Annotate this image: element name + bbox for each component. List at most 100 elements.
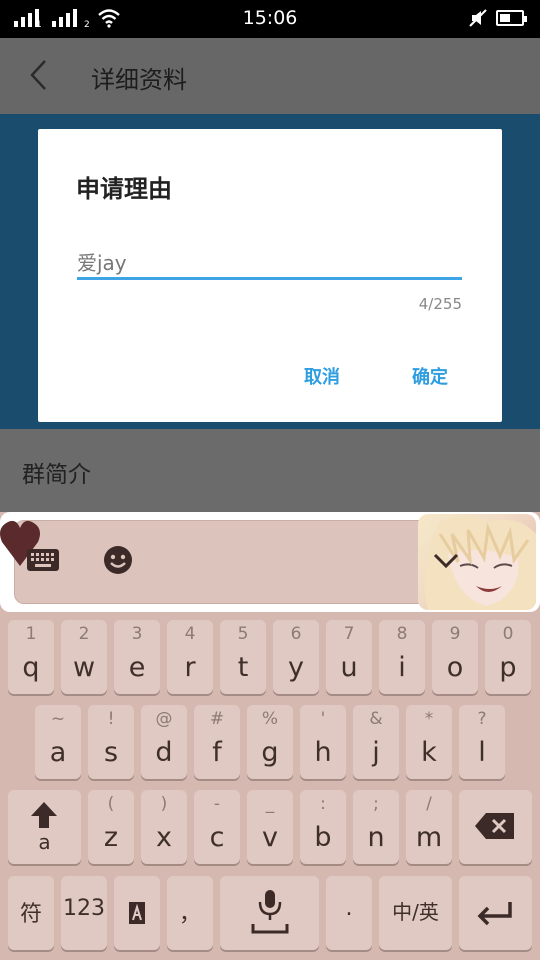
key-o[interactable]: 9o <box>432 620 478 694</box>
comma-key[interactable]: ， <box>167 876 213 950</box>
key-w[interactable]: 2w <box>61 620 107 694</box>
battery-fill <box>500 14 510 22</box>
key-letter: o <box>446 652 464 683</box>
key-letter: u <box>340 652 358 683</box>
dialog-title: 申请理由 <box>76 175 172 203</box>
key-z[interactable]: (z <box>88 790 134 864</box>
period-label: . <box>345 896 353 921</box>
key-hint: 6 <box>290 624 302 644</box>
group-intro-label: 群简介 <box>22 462 91 488</box>
key-letter: n <box>367 822 385 853</box>
key-hint: * <box>424 709 434 729</box>
input-method-icon <box>129 902 145 924</box>
key-x[interactable]: ) x <box>141 790 187 864</box>
shift-key[interactable]: a <box>8 790 81 864</box>
key-letter: z <box>103 822 119 853</box>
status-bar: 1 2 15:06 <box>0 0 540 38</box>
key-hint: # <box>209 709 225 729</box>
numbers-key[interactable]: 123 <box>61 876 107 950</box>
key-j[interactable]: & j <box>353 705 399 779</box>
key-letter: k <box>421 737 437 768</box>
key-l[interactable]: ? l <box>459 705 505 779</box>
key-m[interactable]: / m <box>406 790 452 864</box>
group-intro-row[interactable]: 群简介 <box>0 429 540 519</box>
key-i[interactable]: 8i <box>379 620 425 694</box>
key-k[interactable]: * k <box>406 705 452 779</box>
key-letter: p <box>499 652 517 683</box>
key-a[interactable]: ~ a <box>35 705 81 779</box>
key-hint: 0 <box>502 624 514 644</box>
reason-dialog: 申请理由 4/255 取消 确定 <box>38 129 502 422</box>
key-s[interactable]: ! s <box>88 705 134 779</box>
confirm-button[interactable]: 确定 <box>412 363 448 389</box>
key-hint: ? <box>477 709 487 729</box>
char-counter: 4/255 <box>418 295 462 313</box>
key-letter: c <box>209 822 225 853</box>
key-t[interactable]: 5t <box>220 620 266 694</box>
battery-icon <box>496 10 527 26</box>
key-letter: i <box>398 652 406 683</box>
key-hint: % <box>261 709 279 729</box>
key-c[interactable]: -c <box>194 790 240 864</box>
key-q[interactable]: 1q <box>8 620 54 694</box>
key-d[interactable]: @ d <box>141 705 187 779</box>
key-u[interactable]: 7u <box>326 620 372 694</box>
key-y[interactable]: 6y <box>273 620 319 694</box>
key-r[interactable]: 4r <box>167 620 213 694</box>
key-hint: : <box>320 794 326 814</box>
key-letter: a <box>49 737 67 768</box>
key-hint: ' <box>320 709 326 729</box>
key-hint: 5 <box>237 624 249 644</box>
backspace-icon <box>475 813 514 839</box>
enter-key[interactable] <box>459 876 532 950</box>
key-p[interactable]: 0p <box>485 620 531 694</box>
language-switch-key[interactable]: 中/英 <box>379 876 452 950</box>
key-letter: y <box>288 652 304 683</box>
toolbar-panel <box>14 520 462 604</box>
key-hint: ! <box>107 709 115 729</box>
key-hint: 9 <box>449 624 461 644</box>
key-letter: x <box>156 822 172 853</box>
key-v[interactable]: _ v <box>247 790 293 864</box>
key-letter: r <box>184 652 196 683</box>
key-hint: ( <box>107 794 115 814</box>
back-arrow-icon[interactable] <box>28 58 50 92</box>
input-method-key[interactable] <box>114 876 160 950</box>
key-letter: h <box>314 737 332 768</box>
chevron-down-icon[interactable] <box>432 552 460 570</box>
key-n[interactable]: ; n <box>353 790 399 864</box>
symbols-key[interactable]: 符 <box>8 876 54 950</box>
key-hint: ) <box>160 794 168 814</box>
key-hint: - <box>213 794 221 814</box>
reason-input[interactable] <box>77 245 462 280</box>
key-letter: t <box>237 652 249 683</box>
key-hint: 4 <box>184 624 196 644</box>
key-hint: 1 <box>25 624 37 644</box>
period-key[interactable]: . <box>326 876 372 950</box>
numbers-label: 123 <box>63 896 105 921</box>
key-hint: 8 <box>396 624 408 644</box>
key-hint: ; <box>373 794 379 814</box>
emoji-icon[interactable] <box>103 545 133 575</box>
key-g[interactable]: % g <box>247 705 293 779</box>
mute-icon <box>469 9 487 27</box>
key-letter: g <box>261 737 279 768</box>
key-h[interactable]: ' h <box>300 705 346 779</box>
enter-icon <box>477 902 512 926</box>
key-e[interactable]: 3e <box>114 620 160 694</box>
key-hint: @ <box>155 709 173 729</box>
cancel-button[interactable]: 取消 <box>304 363 340 389</box>
key-hint: ~ <box>50 709 66 729</box>
key-hint: / <box>426 794 432 814</box>
keyboard-icon[interactable] <box>26 548 60 572</box>
shift-label: a <box>38 830 51 854</box>
key-f[interactable]: # f <box>194 705 240 779</box>
page-title: 详细资料 <box>91 66 187 94</box>
voice-space-key[interactable] <box>220 876 319 950</box>
key-letter: l <box>478 737 486 768</box>
backspace-key[interactable] <box>459 790 532 864</box>
key-letter: j <box>372 737 380 768</box>
shift-arrow-icon <box>31 802 57 828</box>
key-b[interactable]: :b <box>300 790 346 864</box>
key-hint: 3 <box>131 624 143 644</box>
